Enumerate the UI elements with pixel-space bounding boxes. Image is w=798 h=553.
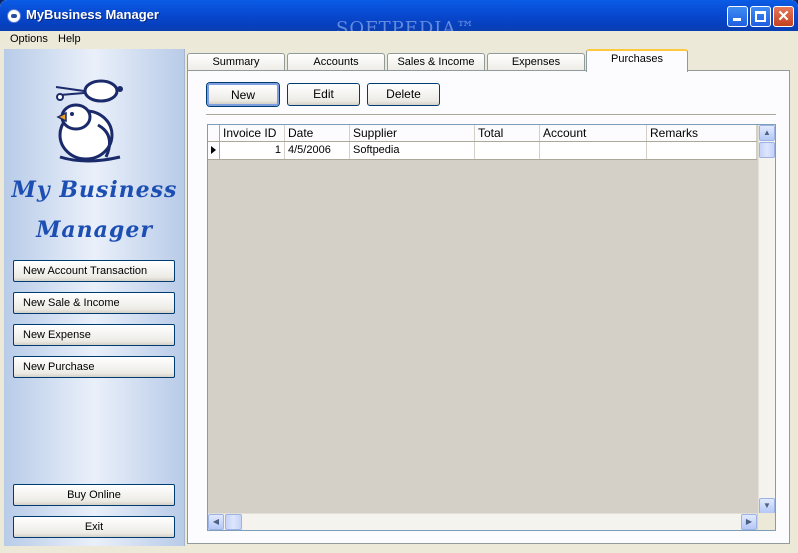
app-icon[interactable] <box>7 9 21 23</box>
cell-date[interactable]: 4/5/2006 <box>285 142 350 159</box>
maximize-icon <box>755 11 766 22</box>
cell-total[interactable] <box>475 142 540 159</box>
title-bar[interactable]: MyBusiness Manager SOFTPEDIA™ ✕ <box>0 0 798 39</box>
penguin-logo-icon <box>55 79 123 163</box>
column-header-remarks[interactable]: Remarks <box>647 125 757 141</box>
menu-bar: Options Help <box>4 31 794 49</box>
tab-accounts[interactable]: Accounts <box>287 53 385 71</box>
minimize-icon <box>733 18 741 21</box>
vertical-scrollbar[interactable]: ▲ ▼ <box>758 125 775 514</box>
table-row[interactable]: 1 4/5/2006 Softpedia <box>208 142 757 160</box>
new-purchase-button[interactable]: New Purchase <box>13 356 175 378</box>
exit-button[interactable]: Exit <box>13 516 175 538</box>
tab-summary[interactable]: Summary <box>187 53 285 71</box>
purchases-grid[interactable]: Invoice ID Date Supplier Total Account R… <box>207 124 776 531</box>
scroll-up-button[interactable]: ▲ <box>759 125 775 141</box>
logo-title-line2: Manager <box>36 217 153 243</box>
column-header-invoice-id[interactable]: Invoice ID <box>220 125 285 141</box>
new-sale-income-button[interactable]: New Sale & Income <box>13 292 175 314</box>
main-area: Summary Accounts Sales & Income Expenses… <box>185 49 794 546</box>
tab-purchases[interactable]: Purchases <box>586 49 688 72</box>
scroll-down-button[interactable]: ▼ <box>759 498 775 514</box>
window-title: MyBusiness Manager <box>26 7 159 22</box>
minimize-button[interactable] <box>727 6 748 27</box>
current-row-arrow-icon <box>211 146 216 154</box>
column-header-date[interactable]: Date <box>285 125 350 141</box>
tab-sales-income[interactable]: Sales & Income <box>387 53 485 71</box>
logo-title-line1: My Business <box>11 177 178 203</box>
cell-invoice-id[interactable]: 1 <box>220 142 285 159</box>
divider <box>206 114 776 116</box>
delete-button[interactable]: Delete <box>367 83 440 106</box>
sidebar: My Business Manager New Account Transact… <box>4 49 185 546</box>
buy-online-button[interactable]: Buy Online <box>13 484 175 506</box>
cell-account[interactable] <box>540 142 647 159</box>
app-window: MyBusiness Manager SOFTPEDIA™ ✕ Options … <box>0 0 798 553</box>
column-header-account[interactable]: Account <box>540 125 647 141</box>
scroll-left-button[interactable]: ◀ <box>208 514 224 530</box>
close-button[interactable]: ✕ <box>773 6 794 27</box>
scroll-right-button[interactable]: ▶ <box>741 514 757 530</box>
new-expense-button[interactable]: New Expense <box>13 324 175 346</box>
row-selector[interactable] <box>208 142 220 159</box>
maximize-button[interactable] <box>750 6 771 27</box>
tab-expenses[interactable]: Expenses <box>487 53 585 71</box>
vertical-scroll-thumb[interactable] <box>759 142 775 158</box>
column-header-total[interactable]: Total <box>475 125 540 141</box>
grid-header: Invoice ID Date Supplier Total Account R… <box>208 125 757 142</box>
column-header-supplier[interactable]: Supplier <box>350 125 475 141</box>
cell-remarks[interactable] <box>647 142 757 159</box>
menu-options[interactable]: Options <box>10 33 48 45</box>
edit-button[interactable]: Edit <box>287 83 360 106</box>
header-corner <box>208 125 220 141</box>
scrollbar-corner <box>758 513 775 530</box>
new-button[interactable]: New <box>207 83 279 106</box>
horizontal-scrollbar[interactable]: ◀ ▶ <box>208 513 757 530</box>
horizontal-scroll-thumb[interactable] <box>225 514 242 530</box>
cell-supplier[interactable]: Softpedia <box>350 142 475 159</box>
purchases-panel: New Edit Delete Invoice ID Date Supplier… <box>187 70 790 544</box>
new-account-transaction-button[interactable]: New Account Transaction <box>13 260 175 282</box>
close-icon: ✕ <box>777 8 790 25</box>
menu-help[interactable]: Help <box>58 33 81 45</box>
